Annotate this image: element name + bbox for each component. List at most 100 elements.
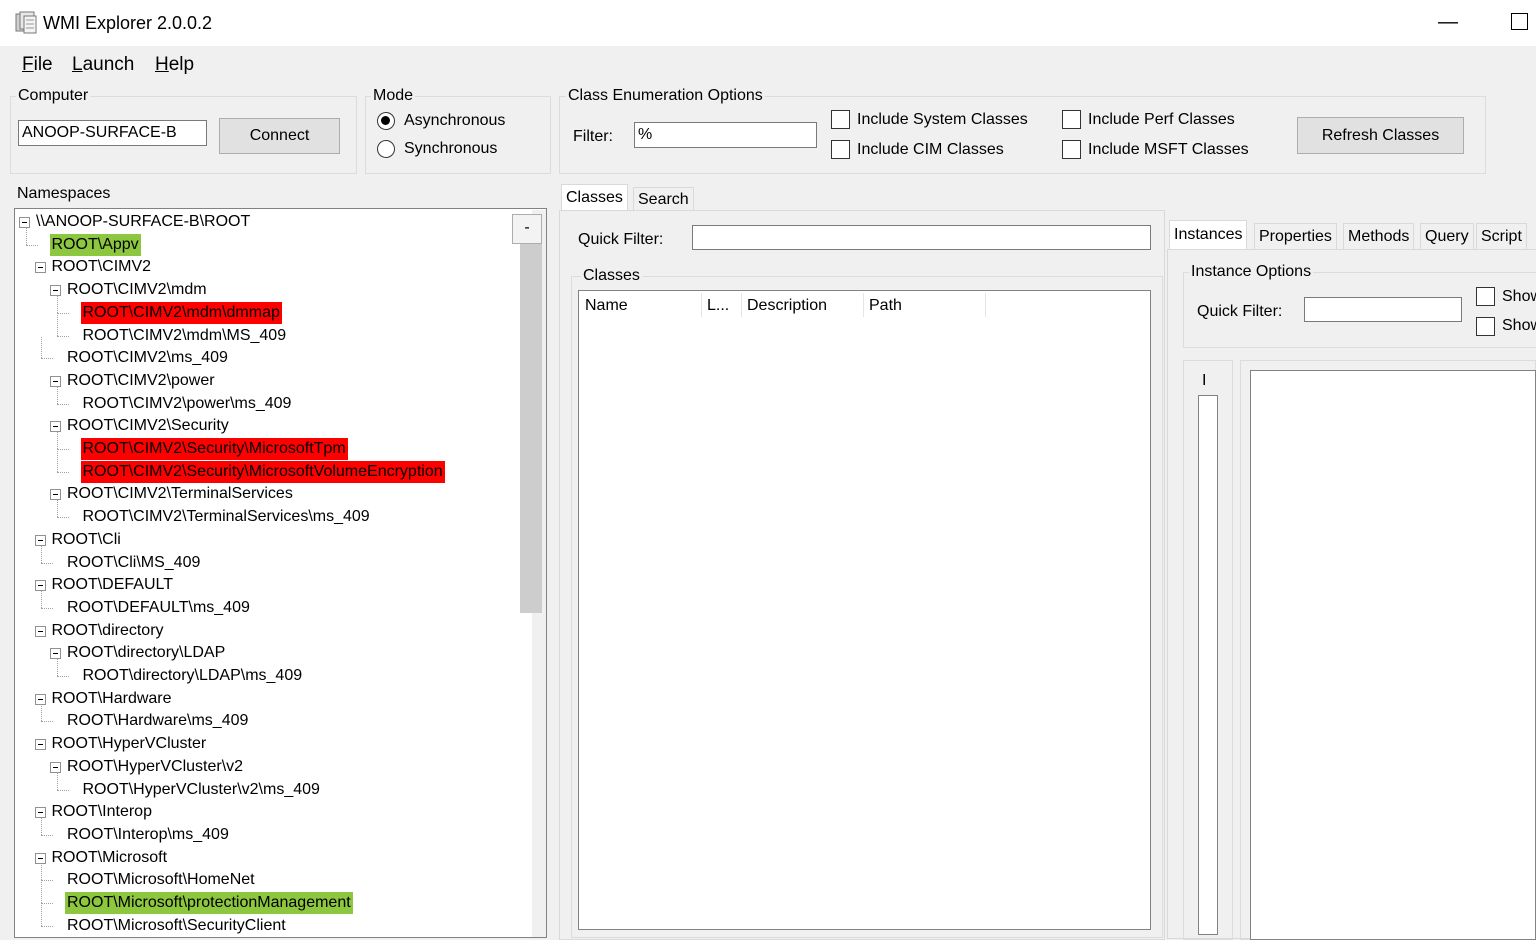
tree-toggle[interactable] xyxy=(50,285,61,297)
tree-node[interactable]: ROOT\HyperVCluster xyxy=(50,733,209,755)
tree-node[interactable]: ROOT\Interop\ms_409 xyxy=(65,824,231,846)
tree-branch-line xyxy=(41,880,53,882)
tree-node[interactable]: ROOT\Appv xyxy=(49,233,141,256)
tree-toggle[interactable] xyxy=(34,534,46,546)
tab-script[interactable]: Script xyxy=(1476,223,1527,250)
refresh-classes-button[interactable]: Refresh Classes xyxy=(1297,117,1464,154)
tree-node[interactable]: ROOT\Hardware\ms_409 xyxy=(65,710,250,732)
connect-button[interactable]: Connect xyxy=(219,118,340,154)
show-label-1: Show xyxy=(1502,288,1536,305)
tree-toggle[interactable] xyxy=(34,580,46,592)
tree-toggle[interactable] xyxy=(50,421,61,433)
tree-node[interactable]: ROOT\Microsoft xyxy=(50,847,170,869)
column-name[interactable]: Name xyxy=(585,297,628,315)
instances-side-list[interactable] xyxy=(1198,395,1218,935)
menu-help[interactable]: Help xyxy=(155,54,194,76)
tree-node[interactable]: ROOT\CIMV2\power\ms_409 xyxy=(81,393,294,415)
menu-help-accel: H xyxy=(155,54,169,75)
minimize-button[interactable]: — xyxy=(1436,6,1460,38)
tab-classes[interactable]: Classes xyxy=(561,184,628,211)
menu-launch-accel: L xyxy=(72,54,83,75)
tab-methods[interactable]: Methods xyxy=(1343,223,1415,250)
tree-toggle[interactable] xyxy=(34,625,46,637)
tree-branch-line xyxy=(41,358,53,360)
namespace-tree[interactable]: \\ANOOP-SURFACE-B\ROOT ROOT\Appv ROOT\CIMV… xyxy=(14,208,547,938)
tab-search[interactable]: Search xyxy=(633,187,694,212)
tree-node[interactable]: ROOT\Interop xyxy=(50,801,154,823)
tree-node[interactable]: ROOT\CIMV2\Security xyxy=(65,415,231,437)
tree-node[interactable]: ROOT\CIMV2\mdm\dmmap xyxy=(80,301,282,324)
tree-node[interactable]: ROOT\DEFAULT\ms_409 xyxy=(65,597,252,619)
menu-file-accel: F xyxy=(22,54,34,75)
instances-list-header: I xyxy=(1202,372,1207,389)
tree-node[interactable]: ROOT\directory xyxy=(50,620,166,642)
tree-node[interactable]: ROOT\Microsoft\protectionManagement xyxy=(65,892,353,914)
column-description[interactable]: Description xyxy=(747,297,827,315)
synchronous-radio[interactable] xyxy=(377,140,395,158)
tree-node[interactable]: ROOT\Hardware xyxy=(50,688,174,710)
tree-branch-line xyxy=(41,834,53,836)
window-title: WMI Explorer 2.0.0.2 xyxy=(43,13,213,33)
menu-launch[interactable]: Launch xyxy=(72,54,134,76)
tree-node[interactable]: \\ANOOP-SURFACE-B\ROOT xyxy=(34,211,252,233)
tab-query[interactable]: Query xyxy=(1420,223,1474,250)
tree-toggle[interactable] xyxy=(34,262,46,274)
tree-node[interactable]: ROOT\CIMV2\Security\MicrosoftTpm xyxy=(80,438,348,460)
tree-node[interactable]: ROOT\Microsoft\HomeNet xyxy=(65,869,257,891)
class-filter-input[interactable] xyxy=(634,122,817,148)
tree-toggle[interactable] xyxy=(34,739,46,751)
classes-quick-filter-input[interactable] xyxy=(692,225,1151,250)
tree-toggle[interactable] xyxy=(34,807,46,819)
tree-node[interactable]: ROOT\directory\LDAP xyxy=(65,642,227,664)
tree-toggle[interactable] xyxy=(50,648,61,660)
classes-quick-filter-label: Quick Filter: xyxy=(578,231,664,248)
tree-node[interactable]: ROOT\CIMV2 xyxy=(50,256,154,278)
collapse-all-button[interactable]: - xyxy=(512,214,542,244)
show-checkbox-1[interactable] xyxy=(1476,287,1495,306)
tree-node[interactable]: ROOT\CIMV2\Security\MicrosoftVolumeEncry… xyxy=(80,460,445,483)
include-msft-classes-checkbox[interactable] xyxy=(1062,140,1081,159)
tree-branch-line xyxy=(41,562,53,564)
tab-properties[interactable]: Properties xyxy=(1254,223,1337,250)
tree-toggle[interactable] xyxy=(19,217,30,228)
instances-list[interactable] xyxy=(1250,370,1536,940)
tree-toggle[interactable] xyxy=(50,375,61,387)
instances-quick-filter-input[interactable] xyxy=(1304,297,1462,322)
include-cim-classes-label: Include CIM Classes xyxy=(857,141,1004,158)
tree-branch-line xyxy=(41,337,42,359)
include-perf-classes-checkbox[interactable] xyxy=(1062,110,1081,129)
classes-list[interactable]: Name L... Description Path xyxy=(578,290,1151,930)
tree-node[interactable]: ROOT\CIMV2\mdm xyxy=(65,279,209,301)
tree-toggle[interactable] xyxy=(50,489,61,501)
include-system-classes-checkbox[interactable] xyxy=(831,110,850,129)
tree-node[interactable]: ROOT\CIMV2\power xyxy=(65,370,217,392)
tree-toggle[interactable] xyxy=(34,852,46,864)
tree-node[interactable]: ROOT\Cli\MS_409 xyxy=(65,552,202,574)
computer-name-input[interactable] xyxy=(18,120,207,146)
column-path[interactable]: Path xyxy=(869,297,902,315)
include-system-classes-label: Include System Classes xyxy=(857,111,1028,128)
synchronous-label: Synchronous xyxy=(404,140,498,157)
tree-node[interactable]: ROOT\Cli xyxy=(50,529,123,551)
asynchronous-radio[interactable] xyxy=(377,112,395,130)
tab-instances[interactable]: Instances xyxy=(1169,220,1248,251)
maximize-button[interactable] xyxy=(1511,13,1528,30)
namespaces-label: Namespaces xyxy=(17,185,111,202)
computer-group-label: Computer xyxy=(16,87,91,105)
tree-node[interactable]: ROOT\CIMV2\mdm\MS_409 xyxy=(81,325,289,347)
tree-toggle[interactable] xyxy=(34,693,46,705)
tree-node[interactable]: ROOT\directory\LDAP\ms_409 xyxy=(81,665,305,687)
show-checkbox-2[interactable] xyxy=(1476,317,1495,336)
tree-toggle[interactable] xyxy=(50,761,61,773)
tree-scroll-thumb[interactable] xyxy=(520,243,542,613)
menu-file[interactable]: File xyxy=(22,54,53,76)
include-cim-classes-checkbox[interactable] xyxy=(831,140,850,159)
tree-node[interactable]: ROOT\DEFAULT xyxy=(50,574,176,596)
column-l[interactable]: L... xyxy=(707,297,729,315)
tree-node[interactable]: ROOT\CIMV2\TerminalServices\ms_409 xyxy=(81,506,372,528)
tree-node[interactable]: ROOT\HyperVCluster\v2\ms_409 xyxy=(81,779,322,801)
tree-node[interactable]: ROOT\CIMV2\ms_409 xyxy=(65,347,230,369)
classes-group-label: Classes xyxy=(581,267,642,285)
tree-node[interactable]: ROOT\CIMV2\TerminalServices xyxy=(65,483,295,505)
tree-node[interactable]: ROOT\HyperVCluster\v2 xyxy=(65,756,245,778)
